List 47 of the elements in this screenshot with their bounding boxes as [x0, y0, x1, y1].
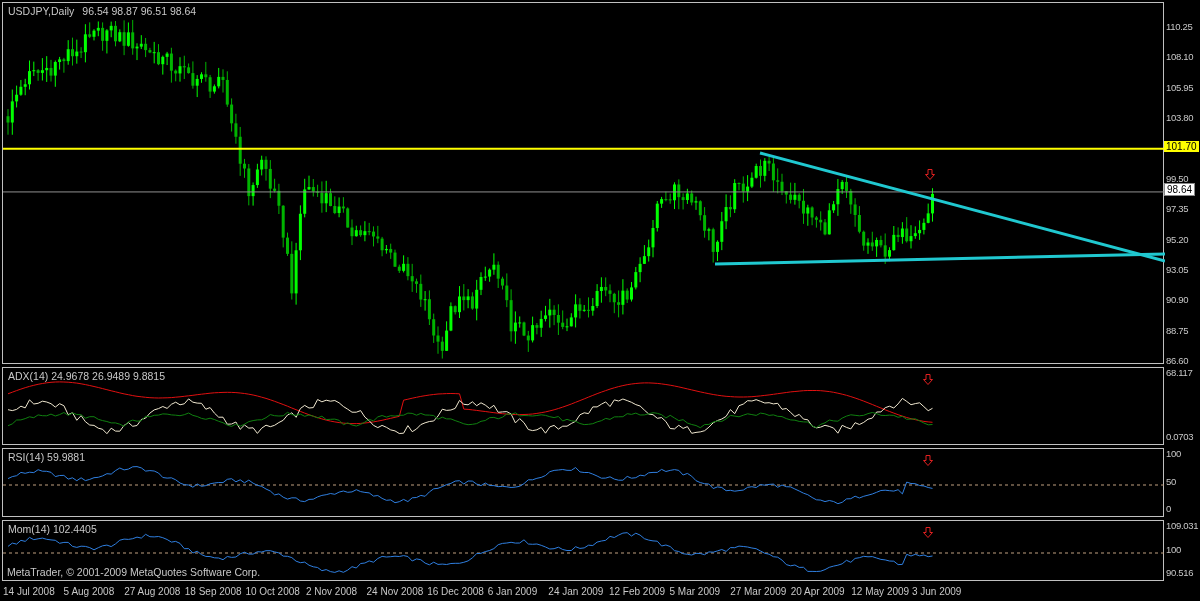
price-tick: 99.50: [1166, 172, 1189, 184]
axis-label: 100: [1166, 448, 1181, 459]
price-tick: 93.05: [1166, 263, 1189, 275]
date-label: 18 Sep 2008: [184, 585, 243, 597]
date-label: 24 Jan 2009: [548, 585, 605, 597]
level-price-label: 101.70: [1164, 140, 1199, 152]
date-label: 6 Jan 2009: [487, 585, 539, 597]
price-tick: 110.25: [1166, 21, 1193, 32]
price-tick: 86.60: [1166, 354, 1189, 366]
axis-label: 0: [1166, 503, 1171, 514]
date-label: 14 Jul 2008: [3, 585, 56, 597]
date-label: 16 Dec 2008: [427, 585, 485, 597]
date-label: 5 Mar 2009: [669, 585, 722, 597]
down-arrow-icon: [923, 374, 933, 385]
axis-label: 50: [1166, 475, 1176, 487]
date-label: 27 Aug 2008: [124, 585, 182, 597]
axis-label: 109.031: [1166, 520, 1199, 531]
axis-label: 68.117: [1166, 367, 1193, 378]
ohlc-values: 96.54 98.87 96.51 98.64: [82, 5, 197, 17]
date-label: 20 Apr 2009: [790, 585, 846, 597]
symbol-label: USDJPY,Daily: [8, 5, 75, 17]
date-label: 12 Feb 2009: [608, 585, 667, 597]
price-tick: 108.10: [1166, 51, 1194, 63]
date-label: 24 Nov 2008: [366, 585, 425, 597]
copyright-text: MetaTrader, © 2001-2009 MetaQuotes Software Corp.: [7, 566, 261, 578]
date-label: 3 Jun 2009: [911, 585, 963, 597]
down-arrow-icon: [923, 455, 933, 466]
price-tick: 95.20: [1166, 233, 1189, 245]
indicator-label: RSI(14) 59.9881: [8, 451, 86, 463]
axis-label: 90.516: [1166, 567, 1194, 578]
date-label: 5 Aug 2008: [63, 585, 116, 597]
date-label: 12 May 2009: [851, 585, 911, 597]
indicator-label: Mom(14) 102.4405: [8, 523, 97, 535]
date-label: 2 Nov 2008: [305, 585, 359, 597]
price-tick: 105.95: [1166, 81, 1194, 93]
down-arrow-icon: [925, 169, 935, 180]
current-price-label: 98.64: [1164, 182, 1196, 196]
date-label: 10 Oct 2008: [245, 585, 301, 597]
date-label: 27 Mar 2009: [730, 585, 788, 597]
price-tick: 103.80: [1166, 112, 1194, 124]
axis-label: 100: [1166, 543, 1181, 555]
axis-label: 0.0703: [1166, 431, 1194, 442]
price-tick: 88.75: [1166, 324, 1189, 336]
price-tick: 90.90: [1166, 294, 1189, 306]
down-arrow-icon: [923, 527, 933, 538]
indicator-label: ADX(14) 24.9678 26.9489 9.8815: [8, 370, 166, 382]
price-tick: 97.35: [1166, 203, 1189, 215]
